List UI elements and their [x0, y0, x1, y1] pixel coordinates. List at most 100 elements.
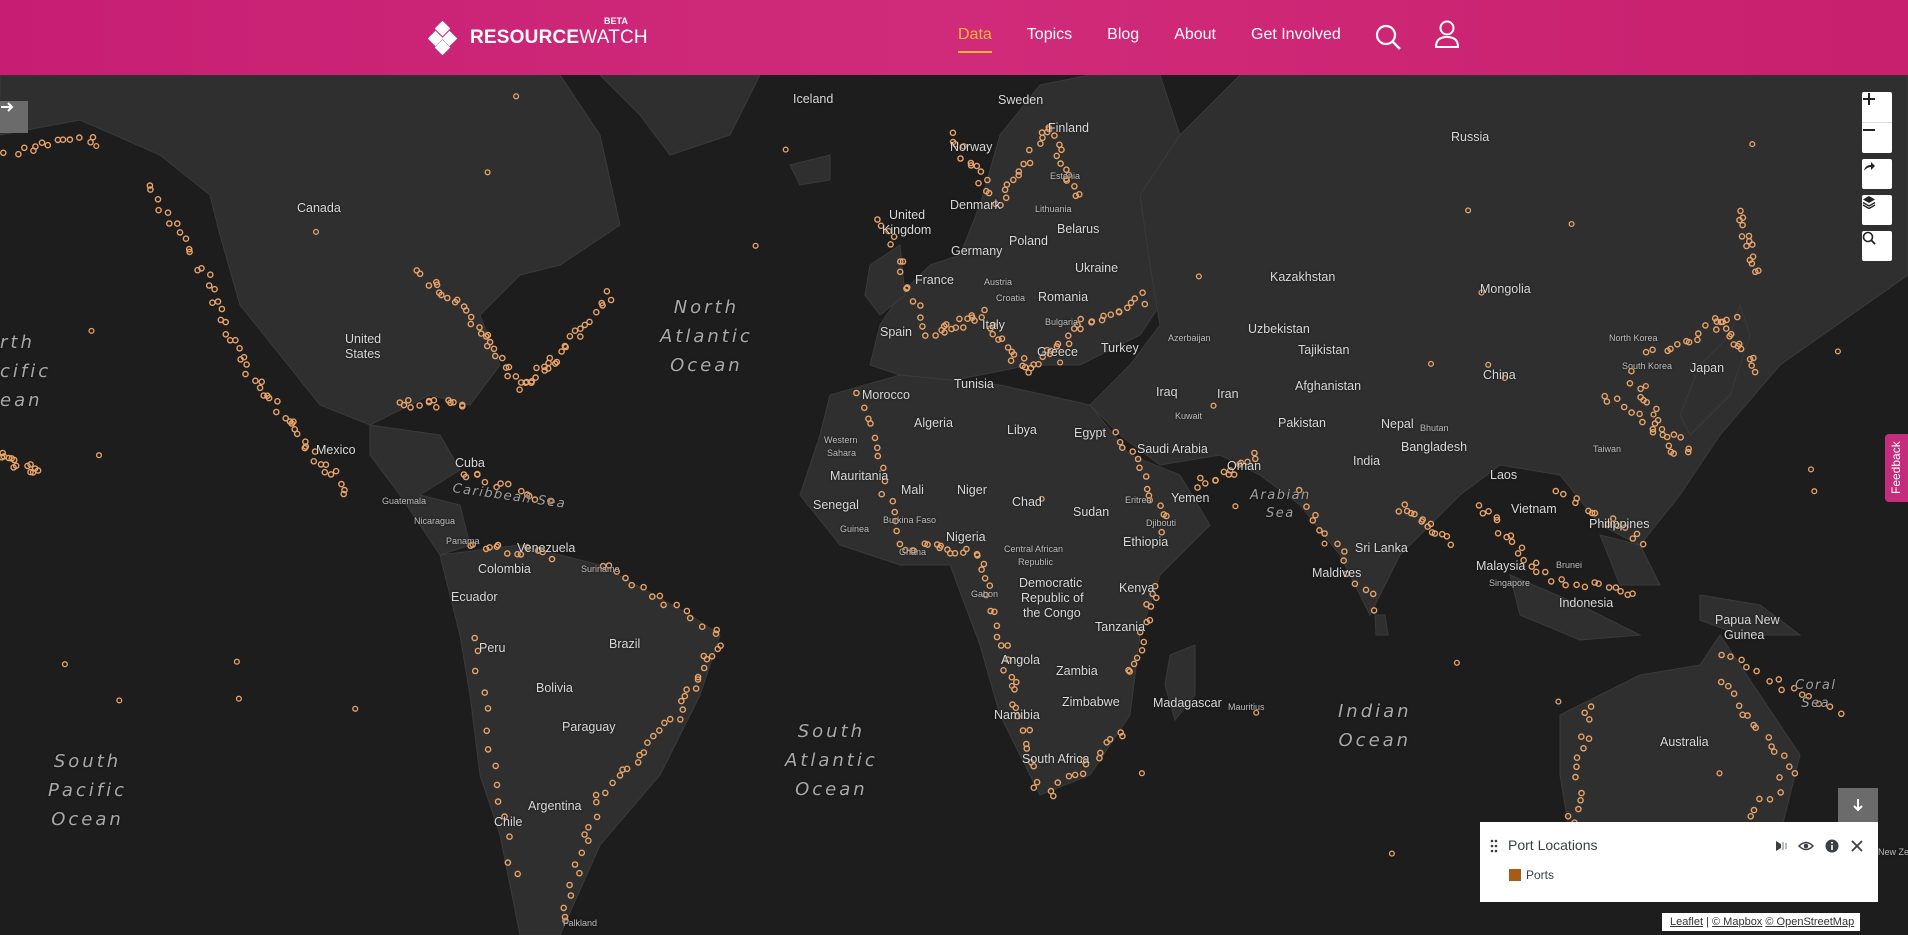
port-marker[interactable]	[1388, 850, 1395, 857]
port-marker[interactable]	[1140, 638, 1148, 646]
port-marker[interactable]	[15, 150, 22, 158]
port-marker[interactable]	[1202, 480, 1209, 487]
port-marker[interactable]	[155, 206, 162, 214]
port-marker[interactable]	[1605, 584, 1613, 591]
nav-item-get-involved[interactable]: Get Involved	[1251, 26, 1341, 44]
port-marker[interactable]	[256, 384, 264, 392]
leaflet-link[interactable]: Leaflet	[1670, 916, 1703, 928]
port-marker[interactable]	[1743, 663, 1750, 671]
port-marker[interactable]	[977, 168, 985, 175]
port-marker[interactable]	[218, 305, 226, 313]
port-marker[interactable]	[0, 149, 7, 157]
nav-item-blog[interactable]: Blog	[1107, 26, 1139, 44]
port-marker[interactable]	[321, 468, 329, 476]
port-marker[interactable]	[558, 348, 565, 355]
port-marker[interactable]	[222, 330, 230, 338]
port-marker[interactable]	[1030, 784, 1038, 792]
port-marker[interactable]	[182, 235, 190, 242]
port-marker[interactable]	[1528, 563, 1536, 570]
port-marker[interactable]	[607, 296, 615, 304]
port-marker[interactable]	[504, 480, 512, 488]
nav-item-about[interactable]: About	[1174, 26, 1216, 44]
port-marker[interactable]	[1453, 659, 1460, 666]
port-marker[interactable]	[1197, 474, 1204, 482]
port-marker[interactable]	[1485, 507, 1492, 515]
port-marker[interactable]	[1508, 538, 1516, 546]
share-button[interactable]	[1862, 159, 1892, 189]
port-marker[interactable]	[176, 229, 184, 236]
port-marker[interactable]	[61, 661, 68, 668]
port-marker[interactable]	[1138, 647, 1146, 654]
port-marker[interactable]	[214, 298, 222, 305]
port-marker[interactable]	[1494, 529, 1502, 537]
port-marker[interactable]	[571, 327, 579, 334]
port-marker[interactable]	[1834, 348, 1841, 355]
drag-handle-icon[interactable]	[1490, 839, 1498, 858]
port-marker[interactable]	[20, 144, 28, 152]
port-marker[interactable]	[38, 139, 46, 146]
port-marker[interactable]	[1514, 550, 1522, 557]
port-marker[interactable]	[566, 332, 574, 340]
port-marker[interactable]	[874, 216, 881, 223]
port-marker[interactable]	[89, 134, 97, 141]
port-marker[interactable]	[516, 386, 523, 394]
port-marker[interactable]	[76, 134, 83, 141]
port-marker[interactable]	[332, 467, 340, 475]
port-marker[interactable]	[236, 344, 243, 352]
port-marker[interactable]	[1129, 448, 1136, 455]
port-marker[interactable]	[586, 318, 593, 326]
port-marker[interactable]	[577, 333, 584, 340]
port-marker[interactable]	[416, 402, 423, 409]
port-marker[interactable]	[206, 271, 214, 278]
port-marker[interactable]	[593, 308, 600, 316]
close-icon[interactable]	[1849, 838, 1865, 854]
user-icon[interactable]	[1433, 20, 1461, 48]
port-marker[interactable]	[782, 146, 789, 153]
nav-item-topics[interactable]: Topics	[1027, 26, 1072, 44]
port-marker[interactable]	[887, 241, 894, 248]
port-marker[interactable]	[1555, 698, 1562, 705]
port-marker[interactable]	[165, 220, 173, 227]
port-marker[interactable]	[1738, 656, 1745, 664]
map-search-button[interactable]	[1862, 231, 1892, 261]
mapbox-link[interactable]: © Mapbox	[1712, 916, 1762, 928]
port-marker[interactable]	[752, 242, 759, 249]
port-marker[interactable]	[497, 480, 504, 487]
port-marker[interactable]	[1232, 503, 1239, 510]
port-marker[interactable]	[327, 471, 335, 478]
opacity-icon[interactable]	[1773, 838, 1789, 854]
port-marker[interactable]	[205, 282, 213, 289]
port-marker[interactable]	[1766, 678, 1773, 685]
world-map[interactable]: Canada United States Mexico Cuba Guatema…	[0, 75, 1908, 935]
port-marker[interactable]	[243, 361, 250, 368]
port-marker[interactable]	[1479, 509, 1487, 517]
port-marker[interactable]	[1573, 581, 1580, 589]
port-marker[interactable]	[116, 697, 123, 704]
zoom-out-button[interactable]	[1862, 123, 1892, 153]
info-icon[interactable]	[1824, 838, 1840, 854]
nav-item-data[interactable]: Data	[958, 26, 992, 53]
port-marker[interactable]	[164, 209, 172, 216]
port-marker[interactable]	[432, 403, 440, 411]
port-marker[interactable]	[1443, 532, 1451, 540]
port-marker[interactable]	[1581, 583, 1589, 591]
port-marker[interactable]	[88, 327, 95, 334]
port-marker[interactable]	[1811, 488, 1818, 495]
port-marker[interactable]	[293, 430, 301, 438]
port-marker[interactable]	[173, 220, 181, 227]
port-marker[interactable]	[504, 372, 511, 380]
port-marker[interactable]	[1612, 584, 1620, 591]
legend-toggle-button[interactable]	[1838, 788, 1878, 822]
port-marker[interactable]	[1838, 710, 1845, 718]
port-marker[interactable]	[957, 155, 964, 162]
port-marker[interactable]	[352, 705, 359, 712]
port-marker[interactable]	[1560, 490, 1567, 498]
port-marker[interactable]	[512, 373, 520, 380]
port-marker[interactable]	[1138, 770, 1145, 777]
layers-button[interactable]	[1862, 195, 1892, 225]
port-marker[interactable]	[242, 370, 249, 378]
port-marker[interactable]	[975, 179, 982, 187]
port-marker[interactable]	[1547, 578, 1555, 585]
port-marker[interactable]	[1532, 568, 1540, 576]
port-marker[interactable]	[211, 285, 218, 293]
